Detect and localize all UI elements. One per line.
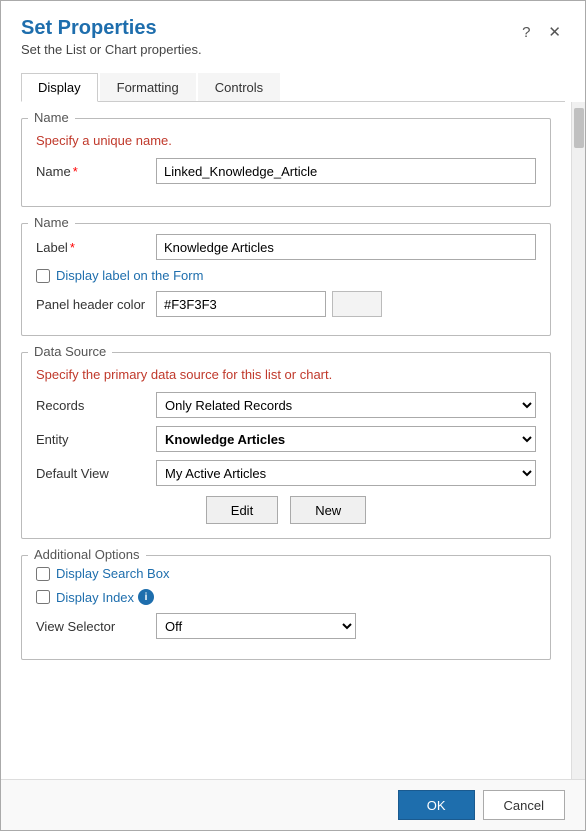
default-view-select[interactable]: My Active Articles Active Articles [156,460,536,486]
panel-header-color-row: Panel header color [36,291,536,317]
default-view-label: Default View [36,466,156,481]
cancel-button[interactable]: Cancel [483,790,565,820]
label-section-legend: Name [28,215,75,230]
tab-display[interactable]: Display [21,73,98,102]
display-label-checkbox-row: Display label on the Form [36,268,536,283]
title-bar-actions: ? ✕ [518,17,565,43]
label-row: Label* [36,234,536,260]
records-select[interactable]: Only Related Records All Records [156,392,536,418]
dialog-title: Set Properties [21,17,202,40]
title-bar-left: Set Properties Set the List or Chart pro… [21,17,202,57]
label-section: Name Label* Display label on the Form Pa… [21,223,551,336]
tab-formatting[interactable]: Formatting [100,73,196,101]
close-button[interactable]: ✕ [544,21,565,43]
name-input[interactable] [156,158,536,184]
name-section-desc: Specify a unique name. [36,133,536,148]
entity-row: Entity Knowledge Articles [36,426,536,452]
view-selector-label: View Selector [36,619,156,634]
name-row: Name* [36,158,536,184]
label-required-star: * [70,240,75,255]
display-index-label: Display Index [56,590,134,605]
color-swatch [332,291,382,317]
scrollable-area: Name Specify a unique name. Name* Name [1,102,585,779]
entity-label: Entity [36,432,156,447]
tabs-bar: Display Formatting Controls [21,73,565,102]
footer-bar: OK Cancel [1,779,585,830]
new-button[interactable]: New [290,496,366,524]
scrollbar-thumb[interactable] [574,108,584,148]
records-row: Records Only Related Records All Records [36,392,536,418]
records-label: Records [36,398,156,413]
label-input[interactable] [156,234,536,260]
display-search-box-label: Display Search Box [56,566,169,581]
name-label: Name* [36,164,156,179]
display-index-info-icon[interactable]: i [138,589,154,605]
content-area: Name Specify a unique name. Name* Name [1,102,571,692]
label-label: Label* [36,240,156,255]
ok-button[interactable]: OK [398,790,475,820]
name-required-star: * [73,164,78,179]
dialog-subtitle: Set the List or Chart properties. [21,42,202,57]
default-view-row: Default View My Active Articles Active A… [36,460,536,486]
display-label-checkbox[interactable] [36,269,50,283]
help-button[interactable]: ? [518,22,534,43]
data-source-desc: Specify the primary data source for this… [36,367,536,382]
display-index-checkbox[interactable] [36,590,50,604]
panel-header-label: Panel header color [36,297,156,312]
view-selector-row: View Selector Off All Views Selected Vie… [36,613,536,639]
entity-select[interactable]: Knowledge Articles [156,426,536,452]
display-search-box-checkbox[interactable] [36,567,50,581]
tab-controls[interactable]: Controls [198,73,280,101]
set-properties-dialog: Set Properties Set the List or Chart pro… [0,0,586,831]
name-section-legend: Name [28,110,75,125]
main-content: Name Specify a unique name. Name* Name [1,102,571,779]
data-source-section: Data Source Specify the primary data sou… [21,352,551,539]
additional-options-legend: Additional Options [28,547,146,562]
edit-new-btn-row: Edit New [36,496,536,524]
panel-header-input[interactable] [156,291,326,317]
display-label-text: Display label on the Form [56,268,203,283]
edit-button[interactable]: Edit [206,496,278,524]
view-selector-select[interactable]: Off All Views Selected Views [156,613,356,639]
data-source-legend: Data Source [28,344,112,359]
display-index-row: Display Index i [36,589,536,605]
title-bar: Set Properties Set the List or Chart pro… [1,1,585,65]
scrollbar-track[interactable] [571,102,585,779]
display-search-box-row: Display Search Box [36,566,536,581]
additional-options-section: Additional Options Display Search Box Di… [21,555,551,660]
name-section: Name Specify a unique name. Name* [21,118,551,207]
